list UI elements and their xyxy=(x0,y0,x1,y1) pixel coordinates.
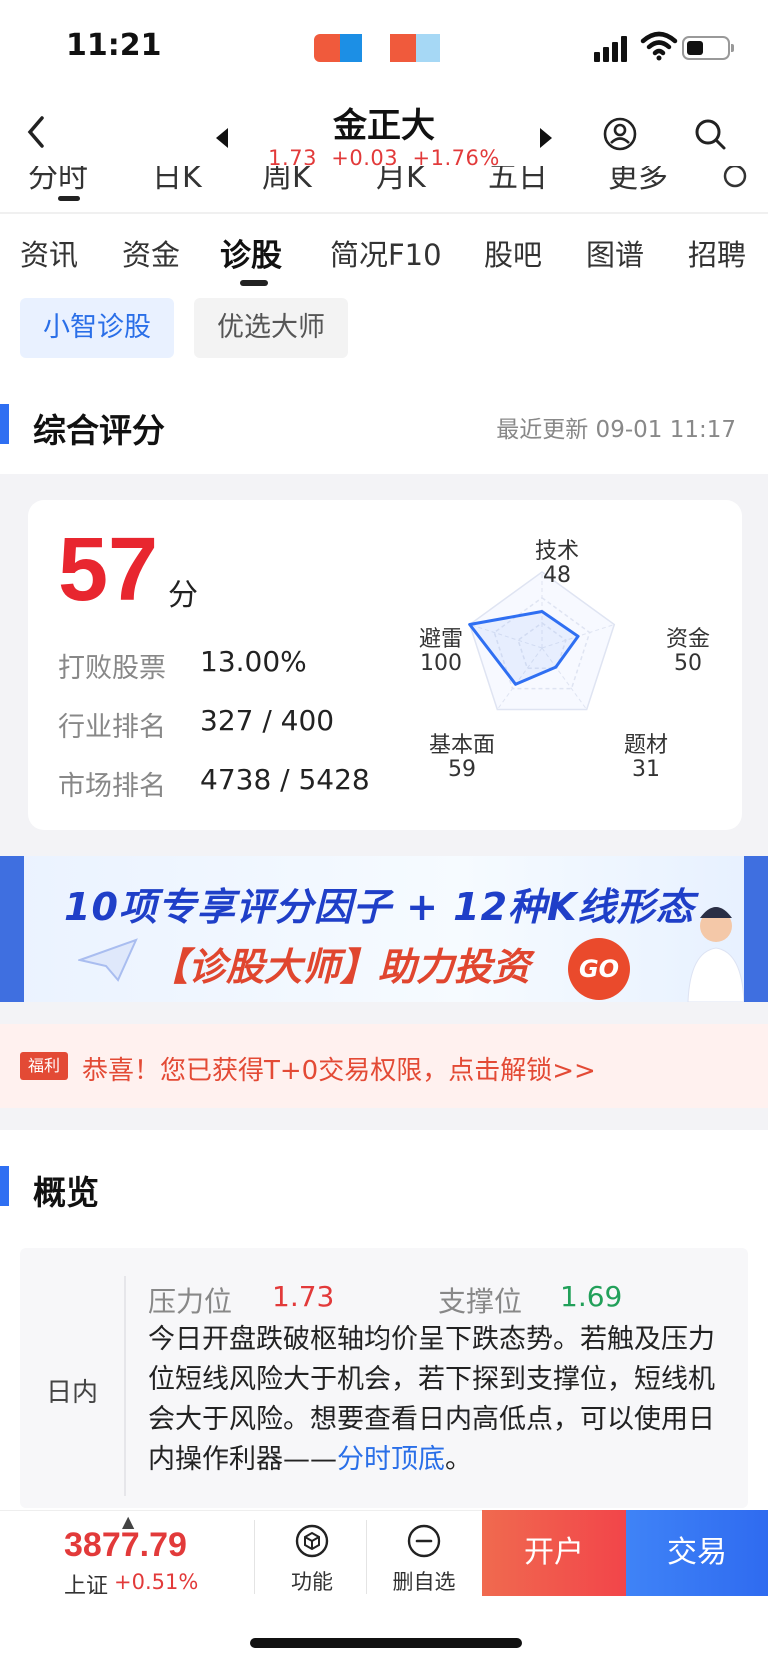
prev-stock-icon[interactable] xyxy=(212,124,232,152)
chip-master[interactable]: 优选大师 xyxy=(194,298,348,358)
spacer xyxy=(0,1108,768,1130)
status-time: 11:21 xyxy=(66,28,162,63)
banner-go-button[interactable]: GO xyxy=(568,938,630,1000)
cellular-signal-icon xyxy=(594,34,634,62)
spacer xyxy=(0,1002,768,1024)
tab-indicator xyxy=(240,280,268,286)
banner-line1: 10项专享评分因子 + 12种K线形态 xyxy=(64,885,695,929)
battery-icon xyxy=(682,36,734,60)
trade-button[interactable]: 交易 xyxy=(626,1510,768,1596)
tab-forum[interactable]: 股吧 xyxy=(484,232,542,274)
stat-label-industry: 行业排名 xyxy=(58,712,166,743)
index-name: 上证 xyxy=(64,1574,109,1599)
divider xyxy=(0,212,768,214)
radar-chart: 技术 48 资金 50 题材 31 基本面 59 避雷 100 xyxy=(419,530,720,782)
update-time: 最近更新 09-01 11:17 xyxy=(496,417,736,443)
period-tab-more[interactable]: 更多 xyxy=(608,166,668,196)
settings-icon[interactable] xyxy=(718,166,752,196)
section-accent xyxy=(0,1166,9,1206)
status-bar: 11:21 xyxy=(0,0,768,96)
app-logo xyxy=(314,34,440,62)
minus-circle-icon xyxy=(407,1524,441,1558)
score-unit: 分 xyxy=(168,578,198,613)
period-tab-week[interactable]: 周K xyxy=(262,166,312,196)
tab-recruit[interactable]: 招聘 xyxy=(688,232,746,274)
cube-icon xyxy=(295,1524,329,1558)
tab-f10[interactable]: 简况F10 xyxy=(330,232,442,274)
stat-value-beat: 13.00% xyxy=(200,645,307,678)
radar-label-tech: 技术 48 xyxy=(534,539,579,588)
open-account-button[interactable]: 开户 xyxy=(482,1510,626,1596)
radar-label-avoid: 避雷 100 xyxy=(418,627,463,676)
back-button[interactable] xyxy=(22,112,54,156)
function-label: 功能 xyxy=(291,1570,333,1594)
banner-line2: 【诊股大师】助力投资 xyxy=(150,945,531,989)
stat-label-beat: 打败股票 xyxy=(58,653,166,684)
overview-description: 今日开盘跌破枢轴均价呈下跌态势。若触及压力位短线风险大于机会，若下探到支撑位，短… xyxy=(148,1320,734,1480)
remove-watchlist-button[interactable]: 删自选 xyxy=(384,1516,464,1596)
toolbar-divider xyxy=(254,1520,255,1594)
user-icon[interactable] xyxy=(602,116,638,152)
banner-right-edge xyxy=(744,856,768,1002)
index-change: +0.51% xyxy=(114,1570,199,1594)
function-button[interactable]: 功能 xyxy=(272,1516,352,1596)
pressure-value: 1.73 xyxy=(272,1280,335,1313)
toolbar-divider xyxy=(366,1520,367,1594)
radar-label-funds: 资金 50 xyxy=(665,627,710,676)
tab-news[interactable]: 资讯 xyxy=(20,232,78,274)
paper-plane-icon xyxy=(78,938,138,982)
next-stock-icon[interactable] xyxy=(536,124,556,152)
promo-badge: 福利 xyxy=(20,1052,68,1080)
overview-title: 概览 xyxy=(33,1173,99,1212)
rating-title: 综合评分 xyxy=(33,411,165,450)
chip-xiaozhi[interactable]: 小智诊股 xyxy=(20,298,174,358)
score-value: 57 xyxy=(58,520,159,620)
support-value: 1.69 xyxy=(560,1280,623,1313)
period-tab-5day[interactable]: 五日 xyxy=(488,166,548,196)
tab-diagnosis[interactable]: 诊股 xyxy=(220,230,282,275)
period-tab-fenshi[interactable]: 分时 xyxy=(28,166,88,196)
stat-value-industry: 327 / 400 xyxy=(200,704,335,737)
wifi-icon xyxy=(640,31,678,61)
radar-label-fundamental: 基本面 59 xyxy=(428,733,495,782)
section-accent xyxy=(0,404,9,444)
period-tab-day[interactable]: 日K xyxy=(152,166,202,196)
remove-watchlist-label: 删自选 xyxy=(392,1570,456,1594)
detail-tabs: 资讯 资金 诊股 简况F10 股吧 图谱 招聘 xyxy=(0,226,768,274)
intraday-tool-link[interactable]: 分时顶底 xyxy=(337,1444,445,1475)
overview-row-label: 日内 xyxy=(46,1378,99,1408)
overview-separator xyxy=(124,1276,126,1496)
period-tabs: 分时 日K 周K 月K 五日 更多 xyxy=(0,166,768,200)
tab-graph[interactable]: 图谱 xyxy=(586,232,644,274)
home-area xyxy=(0,1606,768,1664)
promo-text[interactable]: 恭喜！您已获得T+0交易权限，点击解锁>> xyxy=(82,1050,596,1087)
radar-label-theme: 题材 31 xyxy=(623,733,668,782)
search-icon[interactable] xyxy=(692,116,728,152)
stock-name: 金正大 xyxy=(333,106,435,146)
overview-desc-end: 。 xyxy=(445,1444,472,1475)
index-value[interactable]: 3877.79 xyxy=(64,1526,187,1565)
stat-value-market: 4738 / 5428 xyxy=(200,763,370,796)
support-label: 支撑位 xyxy=(438,1285,523,1318)
pressure-label: 压力位 xyxy=(148,1285,233,1318)
stat-label-market: 市场排名 xyxy=(58,771,166,802)
home-indicator[interactable] xyxy=(250,1638,522,1648)
period-tab-month[interactable]: 月K xyxy=(376,166,426,196)
tab-funds[interactable]: 资金 xyxy=(122,232,180,274)
banner-left-edge xyxy=(0,856,24,1002)
period-tab-indicator xyxy=(58,196,80,201)
